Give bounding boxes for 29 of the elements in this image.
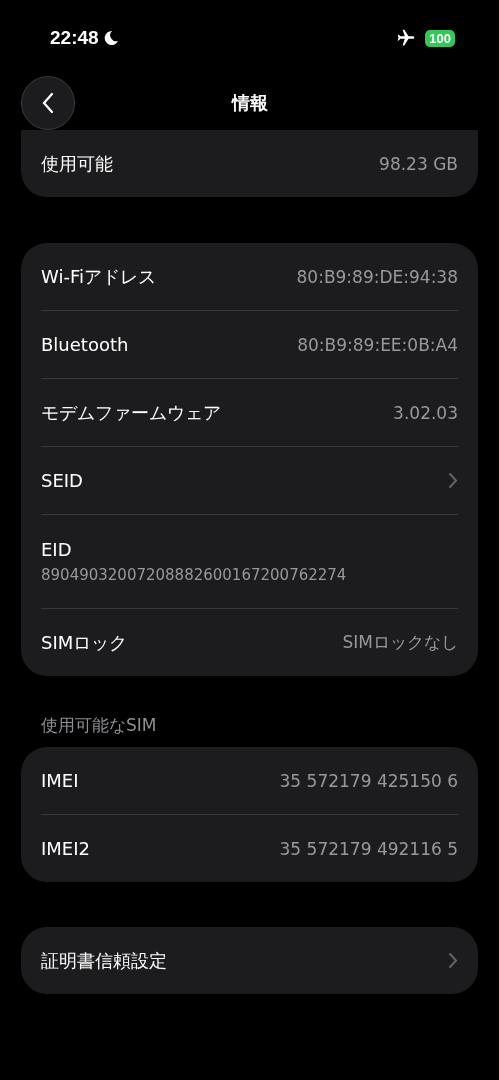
list-row[interactable]: 証明書信頼設定 [41, 927, 458, 994]
section-header: 使用可能なSIM [40, 714, 158, 737]
row-label: Wi-Fiアドレス [41, 264, 156, 289]
row-value: 80:B9:89:EE:0B:A4 [297, 334, 458, 355]
list-row[interactable]: SEID [41, 446, 458, 514]
row-label: 証明書信頼設定 [41, 948, 167, 973]
row-label: SEID [41, 470, 83, 491]
row-value: 89049032007208882600167200762274 [41, 566, 348, 584]
battery-level: 100 [425, 29, 455, 47]
row-label: 使用可能 [41, 151, 113, 176]
status-time: 22:48 [50, 27, 99, 49]
back-icon [42, 92, 54, 114]
row-label: SIMロック [41, 630, 128, 655]
row-value: SIMロックなし [342, 631, 458, 654]
moon-icon [102, 30, 119, 46]
row-value: 35 572179 425150 6 [279, 770, 458, 791]
row-label: IMEI2 [41, 838, 90, 859]
chevron-icon [448, 472, 458, 489]
back-button[interactable] [21, 76, 75, 130]
chevron-icon [448, 952, 458, 969]
row-label: モデムファームウェア [41, 400, 221, 425]
row-value: 80:B9:89:DE:94:38 [296, 266, 458, 287]
row-value: 35 572179 492116 5 [279, 838, 458, 859]
row-value: 3.02.03 [393, 402, 458, 423]
row-label: IMEI [41, 770, 79, 791]
row-label: Bluetooth [41, 334, 129, 355]
page-title: 情報 [231, 91, 268, 115]
row-value: 98.23 GB [379, 153, 458, 174]
row-label: EID [41, 539, 73, 560]
